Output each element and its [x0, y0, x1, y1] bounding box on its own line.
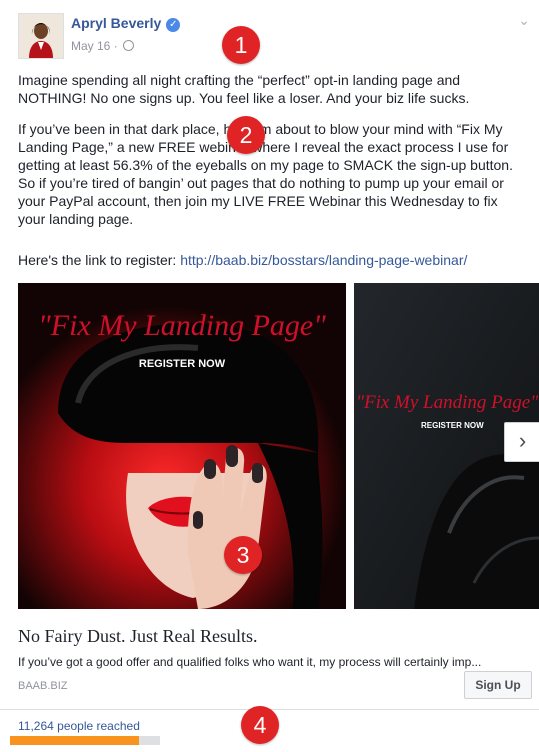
- poster-cta: REGISTER NOW: [139, 358, 226, 370]
- author-name[interactable]: Apryl Beverly ✓: [71, 15, 181, 32]
- author-name-label[interactable]: Apryl Beverly: [71, 15, 161, 31]
- poster-title: "Fix My Landing Page": [38, 309, 326, 342]
- link-intro: Here's the link to register:: [18, 252, 177, 268]
- link-domain: BAAB.BIZ: [18, 680, 68, 692]
- annotation-badge-4: 4: [241, 706, 279, 744]
- annotation-badge-2: 2: [227, 116, 265, 154]
- post-paragraph-1: Imagine spending all night crafting the …: [18, 72, 470, 106]
- author-avatar[interactable]: [18, 13, 64, 59]
- reach-progress-bar: [10, 736, 160, 745]
- annotation-badge-3: 3: [224, 536, 262, 574]
- poster-cta-2: REGISTER NOW: [421, 421, 484, 430]
- link-description: If you’ve got a good offer and qualified…: [18, 655, 482, 669]
- post-paragraph-2: If you’ve been in that dark place, hey, …: [18, 121, 513, 227]
- sign-up-button[interactable]: Sign Up: [464, 671, 532, 699]
- facebook-post: Apryl Beverly ✓ May 16 · ⌄ Imagine spendi…: [0, 0, 539, 752]
- chevron-right-icon: ›: [518, 428, 527, 453]
- carousel-next-button[interactable]: ›: [504, 422, 539, 462]
- link-headline[interactable]: No Fairy Dust. Just Real Results.: [18, 626, 258, 647]
- carousel-card-1[interactable]: "Fix My Landing Page" REGISTER NOW: [18, 283, 346, 609]
- reach-progress-fill: [10, 736, 139, 745]
- verified-badge-icon: ✓: [166, 18, 181, 32]
- post-link-line: Here's the link to register: http://baab…: [18, 251, 528, 269]
- globe-icon: [123, 40, 135, 51]
- post-meta: May 16 ·: [71, 39, 135, 53]
- post-date[interactable]: May 16: [71, 39, 110, 53]
- meta-separator: ·: [113, 39, 118, 53]
- webinar-poster-image: "Fix My Landing Page" REGISTER NOW: [18, 283, 346, 609]
- poster-title-2: "Fix My Landing Page": [356, 392, 539, 413]
- chevron-down-icon[interactable]: ⌄: [518, 12, 530, 29]
- people-reached-link[interactable]: 11,264 people reached: [18, 719, 140, 733]
- registration-link[interactable]: http://baab.biz/bosstars/landing-page-we…: [180, 252, 467, 268]
- annotation-badge-1: 1: [222, 26, 260, 64]
